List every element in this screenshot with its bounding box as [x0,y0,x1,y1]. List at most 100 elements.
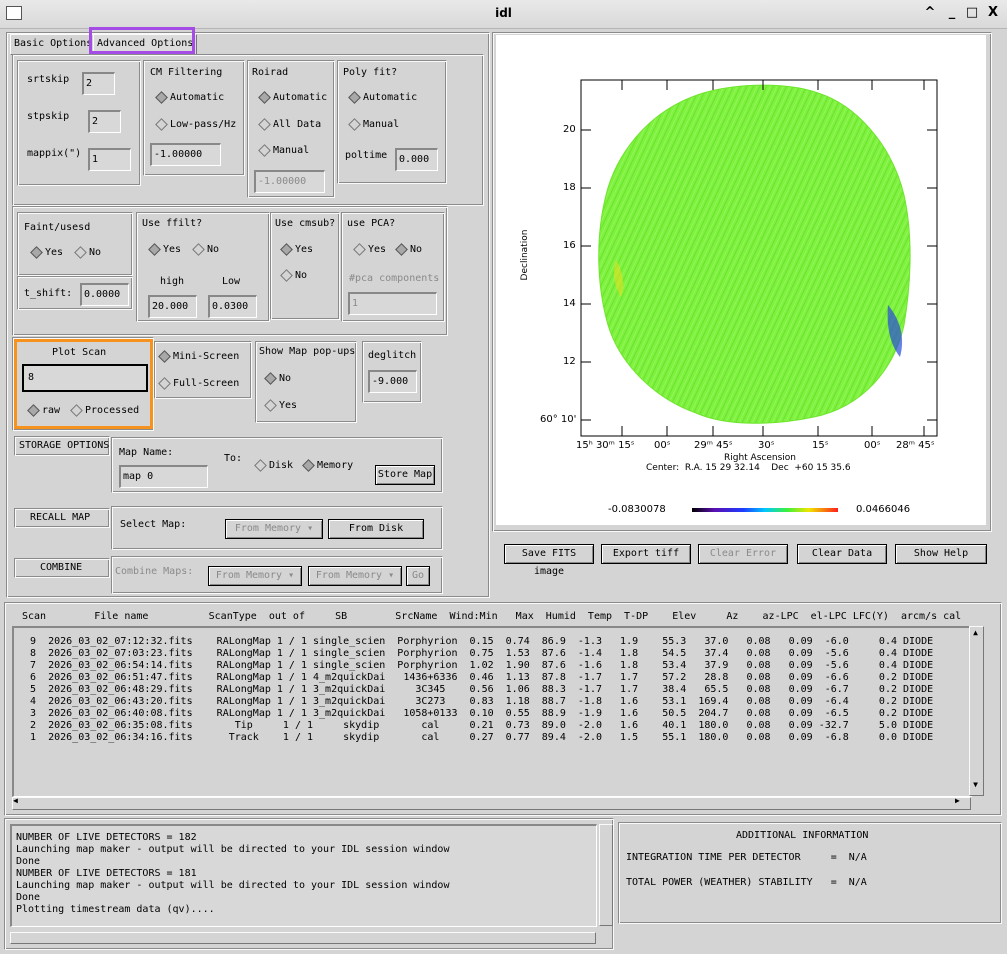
recall-map-label: RECALL MAP [30,512,91,523]
store-memory-radio[interactable]: Memory [302,458,353,472]
faint-no-label: No [89,247,102,258]
tab-basic-options[interactable]: Basic Options [10,34,97,55]
maximize-button[interactable]: □ [964,5,980,21]
polyfit-label: Poly fit? [343,67,398,78]
roirad-alldata-radio[interactable]: All Data [258,117,321,131]
faint-no-radio[interactable]: No [74,245,102,259]
mini-screen-radio[interactable]: Mini-Screen [158,349,240,363]
mappix-input[interactable]: 1 [88,148,131,171]
radio-icon [395,242,408,256]
stpskip-input[interactable]: 2 [88,110,121,133]
deglitch-input[interactable]: -9.000 [368,370,417,393]
table-vscrollbar[interactable] [969,626,984,796]
pca-no-radio[interactable]: No [395,242,422,256]
additional-info-title: ADDITIONAL INFORMATION [736,830,869,841]
scan-table[interactable]: 9 2026_03_02_07:12:32.fits RALongMap 1 /… [12,626,972,797]
pca-label: use PCA? [347,218,396,229]
show-help-button[interactable]: Show Help [895,544,987,564]
cmsub-yes-label: Yes [295,244,314,255]
log-vscrollbar[interactable] [599,824,613,926]
cm-filtering-input[interactable]: -1.00000 [150,143,221,166]
combine-go-button[interactable]: Go [406,566,430,586]
highlight-plotscan [14,339,153,429]
table-row[interactable]: 8 2026_03_02_07:03:23.fits RALongMap 1 /… [18,648,933,659]
cm-filtering-label: CM Filtering [150,67,223,78]
title-bar: idl ^ _ □ X [0,0,1007,29]
combine-maps-label: Combine Maps: [115,566,194,577]
roirad-input[interactable]: -1.00000 [254,170,325,193]
log-line: NUMBER OF LIVE DETECTORS = 181 [16,868,197,879]
pca-yes-radio[interactable]: Yes [353,242,386,256]
cm-lowpass-radio[interactable]: Low-pass/Hz [155,117,236,131]
map-footprint [598,84,911,424]
close-button[interactable]: X [985,5,1001,21]
scroll-up-icon[interactable]: ▲ [970,628,981,640]
clear-error-button[interactable]: Clear Error [698,544,788,564]
log-output[interactable]: NUMBER OF LIVE DETECTORS = 182 Launching… [10,824,597,927]
scroll-right-icon[interactable]: ▶ [955,796,960,805]
faint-yes-radio[interactable]: Yes [30,245,63,259]
popups-label: Show Map pop-ups [259,346,356,357]
roirad-manual-radio[interactable]: Manual [258,143,310,157]
store-map-button[interactable]: Store Map [375,465,435,485]
store-to-label: To: [224,453,243,464]
ffilt-yes-radio[interactable]: Yes [148,242,181,256]
save-fits-image-button[interactable]: Save FITS image [504,544,594,577]
table-row[interactable]: 4 2026_03_02_06:43:20.fits RALongMap 1 /… [18,696,933,707]
recall-from-memory-label: From Memory [234,523,302,534]
table-hscrollbar[interactable] [12,797,971,810]
recall-from-memory-dropdown[interactable]: From Memory ▾ [225,519,323,539]
table-row[interactable]: 9 2026_03_02_07:12:32.fits RALongMap 1 /… [18,636,933,647]
map-plot-svg [580,79,938,512]
popups-no-radio[interactable]: No [264,371,291,385]
table-row[interactable]: 6 2026_03_02_06:51:47.fits RALongMap 1 /… [18,672,933,683]
clear-data-button[interactable]: Clear Data [797,544,887,564]
scroll-left-icon[interactable]: ◀ [13,796,18,805]
dropdown-icon: ▾ [307,523,314,534]
integration-time-info: INTEGRATION TIME PER DETECTOR = N/A [626,852,867,863]
dropdown-icon: ▾ [388,570,395,581]
table-row[interactable]: 1 2026_03_02_06:34:16.fits Track 1 / 1 s… [18,732,933,743]
export-tiff-button[interactable]: Export tiff [601,544,691,564]
polyfit-manual-radio[interactable]: Manual [348,117,399,131]
poltime-input[interactable]: 0.000 [395,148,438,171]
ffilt-high-label: high [160,276,185,287]
mapname-input[interactable]: map 0 [119,465,208,488]
log-line: Launching map maker - output will be dir… [16,844,450,855]
y-tick-16: 16 [563,240,576,251]
polyfit-automatic-radio[interactable]: Automatic [348,90,417,104]
table-row[interactable]: 2 2026_03_02_06:35:08.fits Tip 1 / 1 sky… [18,720,933,731]
from-disk-button[interactable]: From Disk [328,519,424,539]
shade-button[interactable]: ^ [922,5,938,21]
tshift-input[interactable]: 0.0000 [80,283,129,306]
scroll-down-icon[interactable]: ▼ [970,780,981,792]
table-row[interactable]: 3 2026_03_02_06:40:08.fits RALongMap 1 /… [18,708,933,719]
log-hscrollbar[interactable] [10,932,596,944]
minimize-button[interactable]: _ [944,5,960,21]
cm-automatic-radio[interactable]: Automatic [155,90,224,104]
tshift-label: t_shift: [24,288,73,299]
cmsub-no-radio[interactable]: No [280,268,307,282]
srtskip-input[interactable]: 2 [82,72,115,95]
ffilt-high-input[interactable]: 20.000 [148,295,197,318]
full-screen-radio[interactable]: Full-Screen [158,376,239,390]
radio-icon [254,458,267,472]
combine-memory1-dropdown[interactable]: From Memory ▾ [208,566,302,586]
ffilt-no-radio[interactable]: No [192,242,219,256]
combine-memory2-dropdown[interactable]: From Memory ▾ [308,566,402,586]
ffilt-low-input[interactable]: 0.0300 [208,295,257,318]
roirad-manual-label: Manual [273,145,310,156]
store-disk-radio[interactable]: Disk [254,458,293,472]
combine-memory1-label: From Memory [215,570,283,581]
stability-info: TOTAL POWER (WEATHER) STABILITY = N/A [626,877,867,888]
window-title: idl [495,6,512,20]
table-row[interactable]: 5 2026_03_02_06:48:29.fits RALongMap 1 /… [18,684,933,695]
pca-components-input[interactable]: 1 [348,292,437,315]
popups-yes-radio[interactable]: Yes [264,398,297,412]
table-row[interactable]: 7 2026_03_02_06:54:14.fits RALongMap 1 /… [18,660,933,671]
roirad-automatic-radio[interactable]: Automatic [258,90,327,104]
cmsub-yes-radio[interactable]: Yes [280,242,314,256]
x-tick-4: 15ˢ [812,440,829,451]
x-axis-label: Right Ascension [724,453,796,463]
mini-screen-label: Mini-Screen [173,351,240,362]
